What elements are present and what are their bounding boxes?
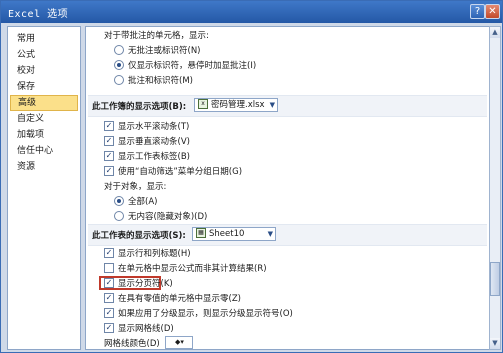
checkbox-checked-icon[interactable]: ✓ <box>104 322 114 333</box>
checkbox-checked-icon[interactable]: ✓ <box>104 307 114 318</box>
sidebar-item-addins[interactable]: 加载项 <box>10 127 78 143</box>
objects-option-nothing[interactable]: 无内容(隐藏对象)(D) <box>114 210 207 224</box>
sidebar-item-common[interactable]: 常用 <box>10 31 78 47</box>
radio-button-icon[interactable] <box>114 44 124 55</box>
advanced-options-panel: 对于带批注的单元格，显示: 无批注或标识符(N) 仅显示标识符，悬停时加显批注(… <box>85 26 490 350</box>
gridlines-check[interactable]: ✓ 显示网格线(D) <box>104 322 174 336</box>
comments-option-none[interactable]: 无批注或标识符(N) <box>114 44 201 58</box>
worksheet-icon: ▦ <box>196 227 206 238</box>
title-bar: Excel 选项 ? ✕ <box>1 1 502 23</box>
outline-symbols-check[interactable]: ✓ 如果应用了分级显示，则显示分级显示符号(O) <box>104 307 293 321</box>
checkbox-checked-icon[interactable]: ✓ <box>104 150 114 161</box>
sheet-select[interactable]: ▦ Sheet10 ▼ <box>192 227 276 241</box>
objects-heading: 对于对象，显示: <box>104 182 167 192</box>
checkbox-checked-icon[interactable]: ✓ <box>104 120 114 131</box>
workbook-display-section-header: 此工作簿的显示选项(B): x 密码管理.xlsx ▼ <box>88 95 487 117</box>
comments-option-indicator[interactable]: 仅显示标识符，悬停时加显批注(I) <box>114 59 256 73</box>
options-scrollbar[interactable]: ▲ ▼ <box>489 26 501 350</box>
workbook-select[interactable]: x 密码管理.xlsx ▼ <box>194 98 278 112</box>
help-button[interactable]: ? <box>470 4 485 19</box>
paint-bucket-icon: ◆▾ <box>174 338 184 346</box>
autofilter-group-dates-check[interactable]: ✓ 使用“自动筛选”菜单分组日期(G) <box>104 165 242 179</box>
excel-options-dialog: Excel 选项 ? ✕ 常用 公式 校对 保存 高级 自定义 加载项 信任中心… <box>0 0 503 353</box>
checkbox-unchecked-icon[interactable] <box>104 262 114 273</box>
sidebar-item-proofing[interactable]: 校对 <box>10 63 78 79</box>
scroll-down-arrow-icon[interactable]: ▼ <box>490 338 500 349</box>
objects-option-all[interactable]: 全部(A) <box>114 195 157 209</box>
scroll-up-arrow-icon[interactable]: ▲ <box>490 27 500 38</box>
vertical-scrollbar-check[interactable]: ✓ 显示垂直滚动条(V) <box>104 135 190 149</box>
sidebar-item-resources[interactable]: 资源 <box>10 159 78 175</box>
close-button[interactable]: ✕ <box>485 4 500 19</box>
show-formulas-check[interactable]: 在单元格中显示公式而非其计算结果(R) <box>104 262 267 276</box>
comments-option-both[interactable]: 批注和标识符(M) <box>114 74 193 88</box>
checkbox-checked-icon[interactable]: ✓ <box>104 135 114 146</box>
checkbox-checked-icon[interactable]: ✓ <box>104 277 114 288</box>
page-breaks-check[interactable]: ✓ 显示分页符(K) <box>104 277 173 291</box>
dialog-title: Excel 选项 <box>8 9 69 20</box>
radio-button-icon[interactable] <box>114 210 124 221</box>
radio-button-icon[interactable] <box>114 74 124 85</box>
radio-button-icon[interactable] <box>114 59 124 70</box>
row-col-headers-check[interactable]: ✓ 显示行和列标题(H) <box>104 247 191 261</box>
scrollbar-thumb[interactable] <box>490 262 500 296</box>
sidebar-item-customize[interactable]: 自定义 <box>10 111 78 127</box>
workbook-display-label: 此工作簿的显示选项(B): <box>92 102 187 112</box>
workbook-icon: x <box>198 98 208 109</box>
sidebar: 常用 公式 校对 保存 高级 自定义 加载项 信任中心 资源 <box>7 26 81 350</box>
sheet-display-label: 此工作表的显示选项(S): <box>92 231 186 241</box>
sidebar-item-trust-center[interactable]: 信任中心 <box>10 143 78 159</box>
chevron-down-icon: ▼ <box>269 101 275 109</box>
sidebar-item-advanced[interactable]: 高级 <box>10 95 78 111</box>
horizontal-scrollbar-check[interactable]: ✓ 显示水平滚动条(T) <box>104 120 189 134</box>
sheet-tabs-check[interactable]: ✓ 显示工作表标签(B) <box>104 150 190 164</box>
chevron-down-icon: ▼ <box>267 230 273 238</box>
gridline-color-label: 网格线颜色(D) <box>104 339 160 349</box>
checkbox-checked-icon[interactable]: ✓ <box>104 292 114 303</box>
zero-values-check[interactable]: ✓ 在具有零值的单元格中显示零(Z) <box>104 292 241 306</box>
sidebar-item-formulas[interactable]: 公式 <box>10 47 78 63</box>
radio-button-icon[interactable] <box>114 195 124 206</box>
sidebar-item-save[interactable]: 保存 <box>10 79 78 95</box>
gridline-color-button[interactable]: ◆▾ <box>165 336 194 349</box>
comments-heading: 对于带批注的单元格，显示: <box>104 31 209 41</box>
checkbox-checked-icon[interactable]: ✓ <box>104 247 114 258</box>
sheet-display-section-header: 此工作表的显示选项(S): ▦ Sheet10 ▼ <box>88 224 487 246</box>
checkbox-checked-icon[interactable]: ✓ <box>104 165 114 176</box>
gridline-color-row: 网格线颜色(D) ◆▾ <box>104 336 194 349</box>
